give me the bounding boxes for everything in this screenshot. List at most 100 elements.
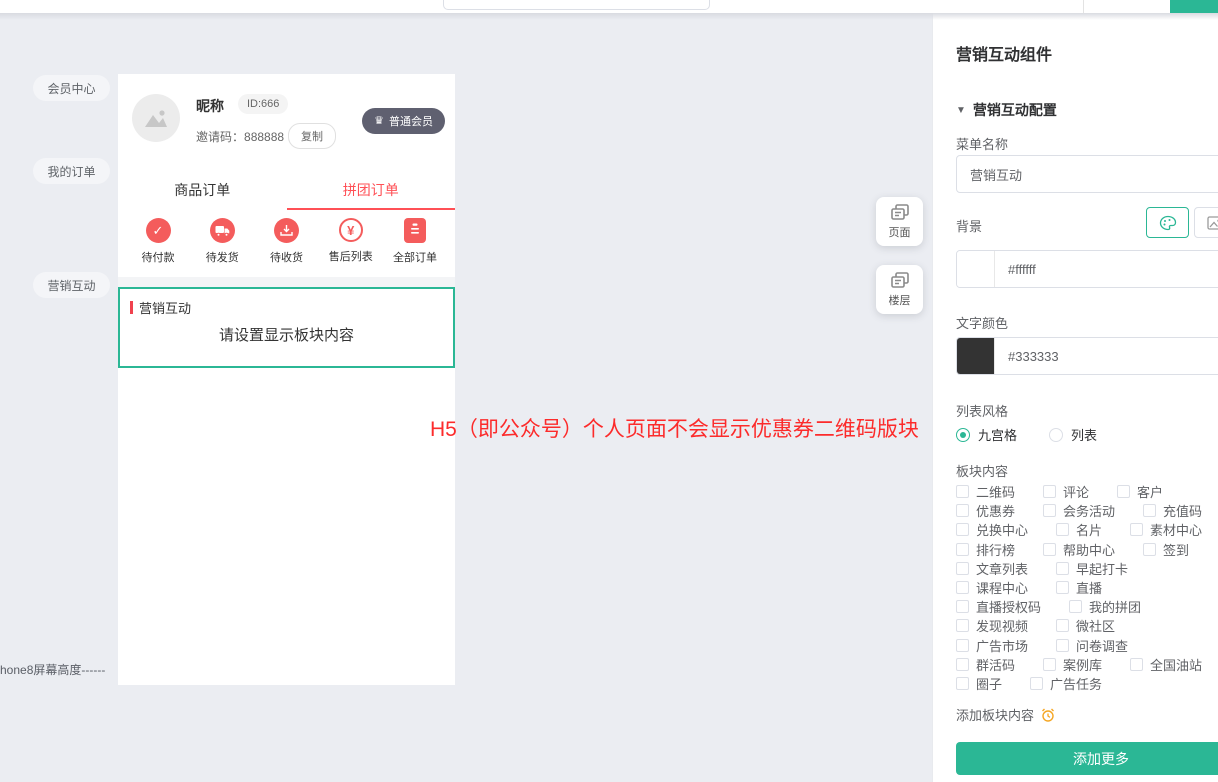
block-content-checkboxes: 二维码 评论 客户 优惠券 会务活动 充值码 兑换中心 名片 素材中心 排行榜 …	[956, 482, 1202, 693]
checkbox-label: 早起打卡	[1076, 559, 1128, 578]
radio-list-style[interactable]: 列表	[1049, 425, 1097, 444]
checkbox-label: 直播	[1076, 578, 1102, 597]
background-color-swatch[interactable]	[957, 251, 995, 287]
checkbox-ad-task[interactable]: 广告任务	[1030, 674, 1102, 693]
checkbox-label: 充值码	[1163, 501, 1202, 520]
marketing-block-selected[interactable]: 营销互动 请设置显示板块内容	[118, 287, 455, 368]
checkbox-row: 广告市场 问卷调查	[956, 636, 1202, 655]
component-tag-marketing[interactable]: 营销互动	[33, 272, 110, 298]
title-accent-bar	[130, 301, 133, 314]
checkbox-row: 群活码 案例库 全国油站	[956, 655, 1202, 674]
checkbox-icon	[1043, 504, 1056, 517]
add-more-button[interactable]: 添加更多	[956, 742, 1218, 775]
pages-button[interactable]: 页面	[876, 197, 923, 246]
checkbox-national-gas[interactable]: 全国油站	[1130, 655, 1202, 674]
checkbox-icon	[956, 581, 969, 594]
radio-icon	[956, 428, 970, 442]
checkbox-discover-video[interactable]: 发现视频	[956, 616, 1028, 635]
checkbox-recharge-code[interactable]: 充值码	[1143, 501, 1202, 520]
checkbox-icon	[1143, 504, 1156, 517]
background-image-toggle[interactable]	[1194, 207, 1218, 238]
checkbox-coupon[interactable]: 优惠券	[956, 501, 1015, 520]
save-button[interactable]	[1170, 0, 1218, 13]
checkbox-case-library[interactable]: 案例库	[1043, 655, 1102, 674]
checkbox-row: 兑换中心 名片 素材中心	[956, 520, 1202, 539]
checkbox-my-groupbuy[interactable]: 我的拼团	[1069, 597, 1141, 616]
checkbox-label: 评论	[1063, 482, 1089, 501]
checkbox-icon	[1056, 562, 1069, 575]
invite-code-value: 888888	[244, 130, 284, 144]
section-marketing-config[interactable]: ▼ 营销互动配置	[956, 100, 1057, 120]
background-color-input[interactable]: #ffffff	[956, 250, 1218, 288]
checkbox-row: 排行榜 帮助中心 签到	[956, 540, 1202, 559]
checkbox-icon	[956, 677, 969, 690]
checkbox-qrcode[interactable]: 二维码	[956, 482, 1015, 501]
component-tag-my-orders[interactable]: 我的订单	[33, 158, 110, 184]
copy-button[interactable]: 复制	[288, 123, 336, 149]
checkbox-live-authcode[interactable]: 直播授权码	[956, 597, 1041, 616]
settings-panel: 营销互动组件 ▼ 营销互动配置 菜单名称 营销互动 背景 #ffffff 文字颜…	[932, 13, 1218, 782]
checkbox-label: 排行榜	[976, 540, 1015, 559]
checkbox-icon	[1056, 639, 1069, 652]
member-id-badge: ID:666	[238, 94, 288, 114]
text-color-input[interactable]: #333333	[956, 337, 1218, 375]
order-item-aftersale: ¥ 售后列表	[325, 218, 377, 265]
checkbox-business-card[interactable]: 名片	[1056, 520, 1102, 539]
invite-code-label: 邀请码：	[196, 130, 244, 144]
tab-goods-orders[interactable]: 商品订单	[118, 170, 287, 210]
checkbox-circle[interactable]: 圈子	[956, 674, 1002, 693]
checkbox-icon	[956, 523, 969, 536]
radio-grid-label: 九宫格	[978, 425, 1017, 444]
image-placeholder-icon	[143, 107, 169, 129]
checkbox-help-center[interactable]: 帮助中心	[1043, 540, 1115, 559]
checkbox-live[interactable]: 直播	[1056, 578, 1102, 597]
checkbox-icon	[1117, 485, 1130, 498]
checkbox-icon	[1143, 543, 1156, 556]
radio-list-label: 列表	[1071, 425, 1097, 444]
checkbox-exchange-center[interactable]: 兑换中心	[956, 520, 1028, 539]
checkbox-ranking[interactable]: 排行榜	[956, 540, 1015, 559]
checkbox-icon	[956, 504, 969, 517]
checkbox-label: 名片	[1076, 520, 1102, 539]
text-color-label: 文字颜色	[956, 313, 1008, 332]
pages-button-label: 页面	[889, 224, 911, 240]
checkbox-ad-market[interactable]: 广告市场	[956, 636, 1028, 655]
background-color-toggle[interactable]	[1146, 207, 1189, 238]
checkbox-label: 圈子	[976, 674, 1002, 693]
checkbox-group-livecode[interactable]: 群活码	[956, 655, 1015, 674]
checkbox-article-list[interactable]: 文章列表	[956, 559, 1028, 578]
checkbox-early-clockin[interactable]: 早起打卡	[1056, 559, 1128, 578]
checkbox-label: 兑换中心	[976, 520, 1028, 539]
checkbox-material-center[interactable]: 素材中心	[1130, 520, 1202, 539]
checkbox-conference[interactable]: 会务活动	[1043, 501, 1115, 520]
menu-name-input[interactable]: 营销互动	[956, 155, 1218, 193]
checkbox-comments[interactable]: 评论	[1043, 482, 1089, 501]
floors-button-label: 楼层	[889, 292, 911, 308]
component-tag-member-center[interactable]: 会员中心	[33, 75, 110, 101]
checkbox-icon	[956, 619, 969, 632]
checkbox-course-center[interactable]: 课程中心	[956, 578, 1028, 597]
radio-grid-style[interactable]: 九宫格	[956, 425, 1017, 444]
checkbox-survey[interactable]: 问卷调查	[1056, 636, 1128, 655]
order-item-pending-receive: 待收货	[261, 218, 313, 265]
page-title-input[interactable]	[443, 0, 710, 10]
checkbox-row: 课程中心 直播	[956, 578, 1202, 597]
checkbox-label: 发现视频	[976, 616, 1028, 635]
block-content-label: 板块内容	[956, 461, 1008, 480]
checkbox-row: 二维码 评论 客户	[956, 482, 1202, 501]
order-item-label: 待收货	[270, 249, 303, 265]
text-color-swatch[interactable]	[957, 338, 995, 374]
checkbox-micro-community[interactable]: 微社区	[1056, 616, 1115, 635]
checkbox-row: 文章列表 早起打卡	[956, 559, 1202, 578]
checkbox-icon	[956, 639, 969, 652]
floors-button[interactable]: 楼层	[876, 265, 923, 314]
add-content-label: 添加板块内容	[956, 705, 1034, 724]
marketing-block-placeholder: 请设置显示板块内容	[120, 324, 453, 345]
checkbox-customers[interactable]: 客户	[1117, 482, 1163, 501]
checkbox-label: 全国油站	[1150, 655, 1202, 674]
checkbox-signin[interactable]: 签到	[1143, 540, 1189, 559]
tab-group-orders[interactable]: 拼团订单	[287, 170, 456, 210]
alarm-icon[interactable]	[1040, 707, 1056, 723]
member-card-preview[interactable]: 昵称 ID:666 邀请码：888888 复制 ♛ 普通会员	[118, 74, 455, 170]
order-item-pending-ship: 待发货	[196, 218, 248, 265]
